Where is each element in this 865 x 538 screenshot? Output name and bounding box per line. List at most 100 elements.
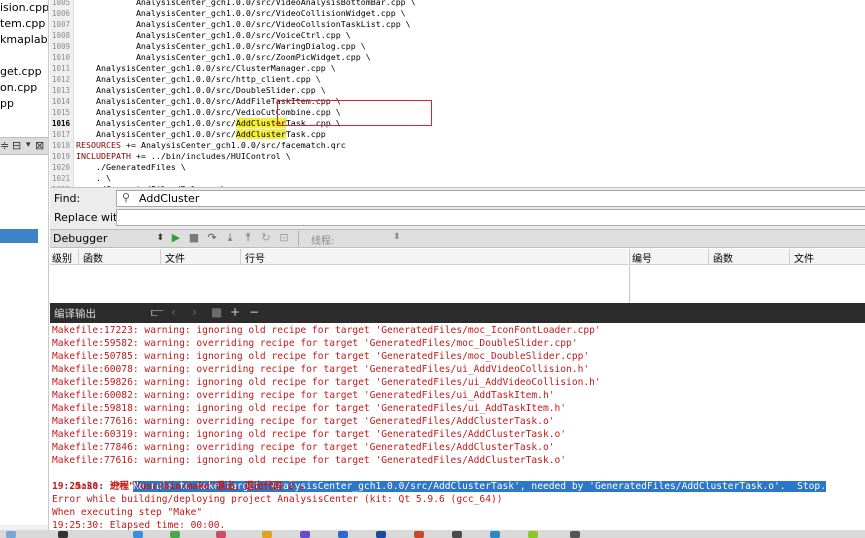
output-warning-line[interactable]: Makefile:60319: warning: ignoring old re…	[52, 428, 566, 441]
code-line[interactable]: AnalysisCenter_gch1.0.0/src/VideoAnalysi…	[76, 0, 416, 8]
column-separator[interactable]	[240, 249, 241, 265]
output-warning-line[interactable]: Makefile:77846: warning: overriding reci…	[52, 441, 555, 454]
left-panel-toolbar: ≑ ⊟ ▾ ⊠	[0, 137, 48, 155]
output-warning-line[interactable]: Makefile:60082: warning: overriding reci…	[52, 389, 555, 402]
column-header[interactable]: 文件	[165, 250, 185, 265]
taskbar-app-icon[interactable]	[490, 531, 500, 538]
output-title: 编译输出	[54, 308, 96, 320]
column-header[interactable]: 级别	[52, 250, 72, 265]
code-line[interactable]: ./GeneratedFiles \	[76, 162, 186, 173]
code-line[interactable]: AnalysisCenter_gch1.0.0/src/AddClusterTa…	[76, 129, 326, 140]
output-warning-line[interactable]: Makefile:60078: warning: overriding reci…	[52, 363, 589, 376]
output-warning-line[interactable]: Makefile:17223: warning: ignoring old re…	[52, 324, 601, 337]
search-icon[interactable]: ⚲	[122, 191, 130, 204]
code-line[interactable]: AnalysisCenter_gch1.0.0/src/ZoomPicWidge…	[76, 52, 371, 63]
column-header[interactable]: 函数	[713, 250, 733, 265]
reverse-icon[interactable]: ⊡	[277, 231, 291, 245]
tree-item[interactable]: tem.cpp	[0, 16, 45, 32]
taskbar-app-icon[interactable]	[570, 531, 580, 538]
code-line[interactable]: AnalysisCenter_gch1.0.0/src/VideoCollisi…	[76, 8, 406, 19]
taskbar-app-icon[interactable]	[216, 531, 226, 538]
taskbar-app-icon[interactable]	[414, 531, 424, 538]
line-number-gutter: 1005 1006 1007 1008 1009 1010 1011 1012 1013 1014…	[50, 0, 74, 187]
column-separator[interactable]	[789, 249, 790, 265]
taskbar-app-icon[interactable]	[262, 531, 272, 538]
code-line[interactable]: AnalysisCenter_gch1.0.0/src/WaringDialog…	[76, 41, 366, 52]
taskbar-app-icon[interactable]	[300, 531, 310, 538]
taskbar-app-icon[interactable]	[338, 531, 348, 538]
column-header[interactable]: 文件	[794, 250, 814, 265]
filter-icon[interactable]: ≑	[0, 139, 9, 152]
split-icon[interactable]: ⊟	[12, 139, 21, 152]
output-warning-line[interactable]: Makefile:59826: warning: ignoring old re…	[52, 376, 601, 389]
code-line[interactable]: RESOURCES += AnalysisCenter_gch1.0.0/src…	[76, 140, 346, 151]
taskbar-app-icon[interactable]	[6, 531, 16, 538]
code-text: += AnalysisCenter_gch1.0.0/src/facematch…	[120, 140, 346, 150]
debugger-select[interactable]: Debugger ⬍	[52, 231, 166, 246]
debugger-select-value: Debugger	[53, 232, 108, 245]
previous-icon[interactable]: ‹	[171, 305, 176, 319]
column-separator[interactable]	[708, 249, 709, 265]
step-out-icon[interactable]: ⤒	[241, 231, 255, 245]
code-line[interactable]: AnalysisCenter_gch1.0.0/src/DoubleSlider…	[76, 85, 326, 96]
output-warning-line[interactable]: Makefile:59818: warning: ignoring old re…	[52, 402, 566, 415]
taskbar-app-icon[interactable]	[170, 531, 180, 538]
tree-item[interactable]: on.cpp	[0, 80, 37, 96]
replace-input[interactable]	[116, 209, 865, 226]
compile-output-body[interactable]: Makefile:17223: warning: ignoring old re…	[50, 323, 865, 538]
zoom-in-icon[interactable]: +	[230, 305, 240, 319]
code-editor[interactable]: 1005 1006 1007 1008 1009 1010 1011 1012 1013 1014…	[50, 0, 865, 187]
stop-icon[interactable]: ■	[211, 305, 222, 319]
code-line[interactable]: INCLUDEPATH += ../bin/includes/HUIContro…	[76, 151, 291, 162]
step-into-icon[interactable]: ⤓	[223, 231, 237, 245]
find-input[interactable]: ⚲ AddCluster ✕	[116, 190, 865, 207]
column-header[interactable]: 编号	[632, 250, 652, 265]
continue-icon[interactable]: ▶	[169, 231, 183, 245]
search-match-highlight: AddCluster	[235, 129, 286, 139]
tree-item[interactable]: get.cpp	[0, 64, 42, 80]
tree-item[interactable]: kmaplab	[0, 32, 48, 48]
line-number: 1006	[51, 9, 70, 18]
code-line[interactable]: AnalysisCenter_gch1.0.0/src/ClusterManag…	[76, 63, 336, 74]
code-line[interactable]: AnalysisCenter_gch1.0.0/src/VideoCollsio…	[76, 19, 411, 30]
column-header[interactable]: 函数	[83, 250, 103, 265]
stack-table-body[interactable]	[50, 265, 628, 303]
column-separator[interactable]	[78, 249, 79, 265]
taskbar-app-icon[interactable]	[376, 531, 386, 538]
tree-item[interactable]: pp	[0, 96, 14, 112]
taskbar-app-icon[interactable]	[528, 531, 538, 538]
breakpoints-table-body[interactable]	[629, 265, 865, 303]
stop-icon[interactable]: ■	[187, 231, 201, 245]
close-icon[interactable]: ⊠	[35, 139, 44, 152]
output-warning-line[interactable]: Makefile:77616: warning: ignoring old re…	[52, 454, 566, 467]
code-line[interactable]: . \	[76, 173, 111, 184]
line-number: 1016	[51, 119, 70, 128]
line-number: 1017	[51, 130, 70, 139]
stack-table-header: 级别 函数 文件 行号	[50, 249, 628, 265]
thread-select[interactable]	[332, 231, 400, 246]
restart-icon[interactable]: ↻	[259, 231, 273, 245]
filter-icon[interactable]: ⫍	[151, 305, 164, 319]
output-warning-line[interactable]: Makefile:77616: warning: overriding reci…	[52, 415, 555, 428]
zoom-out-icon[interactable]: −	[249, 305, 259, 319]
find-replace-bar: Find: ⚲ AddCluster ✕ Replace with:	[50, 187, 865, 229]
taskbar-app-icon[interactable]	[133, 531, 143, 538]
output-warning-line[interactable]: Makefile:50785: warning: ignoring old re…	[52, 350, 589, 363]
tree-item-selected[interactable]	[0, 229, 38, 243]
code-line[interactable]: AnalysisCenter_gch1.0.0/src/VoiceCtrl.cp…	[76, 30, 351, 41]
output-exit-line[interactable]: 19:25:30: 进程"/usr/bin/make"退出，退出代码 2 。	[52, 480, 310, 493]
output-error-line[interactable]: Error while building/deploying project A…	[52, 493, 503, 506]
taskbar-app-icon[interactable]	[58, 531, 68, 538]
next-icon[interactable]: ›	[192, 305, 197, 319]
column-separator[interactable]	[160, 249, 161, 265]
taskbar-app-icon[interactable]	[452, 531, 462, 538]
output-step-line[interactable]: When executing step "Make"	[52, 506, 202, 519]
column-header[interactable]: 行号	[245, 250, 265, 265]
code-line[interactable]: AnalysisCenter_gch1.0.0/src/http_client.…	[76, 74, 321, 85]
tree-item[interactable]: ision.cpp	[0, 0, 48, 16]
step-over-icon[interactable]: ↷	[205, 231, 219, 245]
chevron-down-icon[interactable]: ▾	[26, 140, 31, 150]
output-error-line[interactable]: make: *** No rule to make target 'Analys…	[52, 467, 826, 492]
code-keyword: RESOURCES	[76, 140, 121, 150]
output-warning-line[interactable]: Makefile:59582: warning: overriding reci…	[52, 337, 578, 350]
